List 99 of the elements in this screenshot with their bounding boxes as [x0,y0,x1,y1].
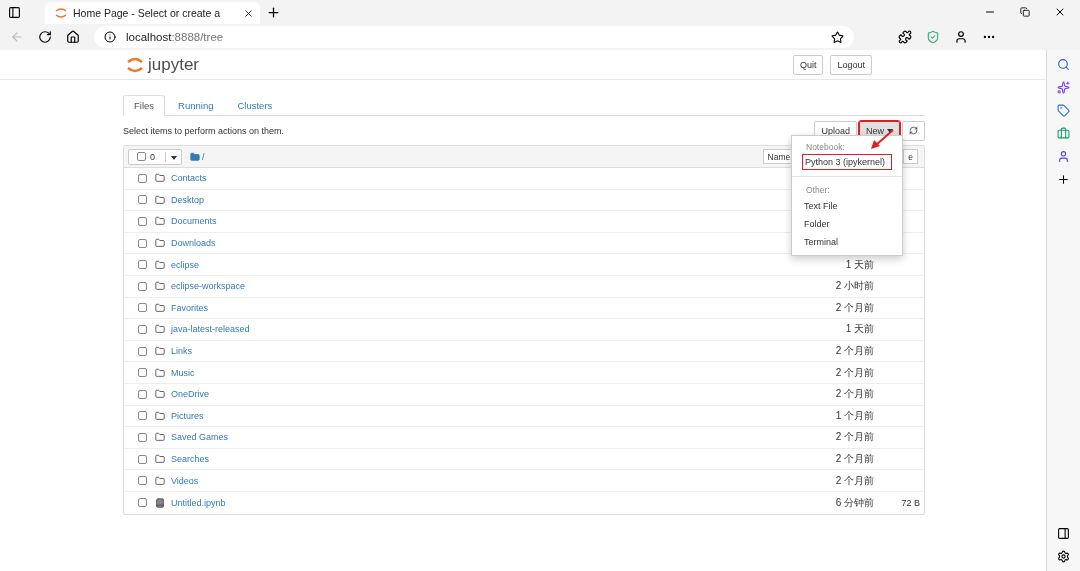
tab-actions-icon[interactable] [8,6,21,19]
folder-icon [155,389,165,400]
file-link[interactable]: java-latest-released [171,324,774,335]
folder-icon [155,194,165,205]
row-checkbox[interactable] [138,238,147,248]
tab[interactable]: Files [123,95,166,116]
shield-icon[interactable] [926,30,940,44]
favorite-icon[interactable] [831,30,844,44]
extensions-icon[interactable] [898,30,912,44]
new-tab-icon[interactable] [266,5,281,20]
tag-icon[interactable] [1057,104,1070,117]
row-checkbox[interactable] [138,217,147,226]
modified-time: 2 个月前 [834,365,874,380]
refresh-icon [909,126,918,135]
notebook-icon [155,497,165,508]
row-checkbox[interactable] [138,260,147,270]
menu-item[interactable]: Python 3 (ipykernel) [802,154,892,170]
folder-icon [155,302,165,313]
file-link[interactable]: eclipse [171,259,774,270]
file-link[interactable]: Searches [171,454,774,464]
header-button[interactable]: Quit [792,54,824,75]
modified-time: 1 天前 [844,257,874,272]
jupyter-logo-icon [55,7,67,19]
settings-icon[interactable] [1057,550,1070,563]
sparkle-icon[interactable] [1057,81,1070,94]
search-icon[interactable] [1057,58,1070,71]
file-link[interactable]: Pictures [171,410,774,421]
row-checkbox[interactable] [138,195,147,205]
select-all-control[interactable]: 0 [128,148,182,165]
briefcase-icon[interactable] [1057,127,1070,140]
row-checkbox[interactable] [138,303,147,313]
file-link[interactable]: eclipse-workspace [171,281,774,292]
refresh-button[interactable] [902,120,925,141]
folder-icon [155,346,165,357]
modified-time: 2 个月前 [834,387,874,402]
folder-icon [155,216,165,227]
jupyter-logo: jupyter [126,54,200,75]
row-checkbox[interactable] [138,454,147,464]
folder-icon [155,173,165,184]
column-header[interactable]: e [903,149,918,164]
folder-icon [155,367,165,378]
modified-time: 2 个月前 [834,452,874,466]
modified-time: 2 小时前 [834,279,874,294]
modified-time: 2 个月前 [834,344,874,359]
modified-time: 2 个月前 [834,430,874,445]
row-checkbox[interactable] [138,432,147,442]
modified-time: 1 天前 [844,322,874,337]
file-size: 72 B [900,497,921,508]
file-link[interactable]: Videos [171,475,774,486]
menu-item[interactable]: Text File [792,197,902,215]
folder-icon [155,281,165,292]
address-bar[interactable]: localhost:8888/tree [94,26,854,48]
add-icon[interactable] [1057,173,1070,186]
breadcrumb-link[interactable]: / [202,151,205,162]
file-link[interactable]: Links [171,346,774,357]
sidebar-icon[interactable] [1057,527,1070,540]
row-checkbox[interactable] [138,476,147,486]
home-icon[interactable] [66,30,80,44]
row-checkbox[interactable] [138,324,147,334]
menu-heading: Notebook: [805,141,846,154]
row-checkbox[interactable] [138,346,147,356]
row-checkbox[interactable] [138,498,147,508]
row-checkbox[interactable] [138,281,147,291]
folder-icon [155,475,165,486]
hint-text: Select items to perform actions on them. [123,125,285,136]
folder-icon [155,410,165,421]
close-icon[interactable] [243,7,254,19]
row-checkbox[interactable] [138,411,147,421]
header-button[interactable]: Logout [830,54,872,75]
folder-icon [155,259,165,270]
menu-item[interactable]: Terminal [792,233,902,251]
folder-icon [190,151,200,162]
reload-icon[interactable] [38,30,52,44]
row-checkbox[interactable] [138,173,147,183]
modified-time: 6 分钟前 [834,495,874,510]
folder-icon [155,454,165,464]
menu-item[interactable]: Folder [792,215,902,233]
row-checkbox[interactable] [138,389,147,399]
file-link[interactable]: Favorites [171,302,774,313]
modified-time: 1 个月前 [834,408,874,423]
restore-icon[interactable] [1020,7,1030,17]
modified-time: 2 个月前 [834,300,874,315]
folder-icon [155,324,165,335]
file-link[interactable]: OneDrive [171,389,774,400]
caret-icon [887,128,893,133]
modified-time: 2 个月前 [834,473,874,488]
info-icon[interactable] [104,31,116,43]
folder-icon [155,432,165,443]
file-link[interactable]: Untitled.ipynb [171,497,774,508]
row-checkbox[interactable] [138,368,147,378]
menu-heading: Other: [805,184,831,197]
close-icon[interactable] [1054,6,1066,18]
folder-icon [155,238,165,249]
profile-icon[interactable] [954,30,968,44]
file-link[interactable]: Music [171,367,774,378]
url-text: localhost:8888/tree [126,31,224,43]
file-link[interactable]: Saved Games [171,432,774,443]
browser-tab[interactable]: Home Page - Select or create a [45,2,260,24]
caret-icon [171,155,177,160]
